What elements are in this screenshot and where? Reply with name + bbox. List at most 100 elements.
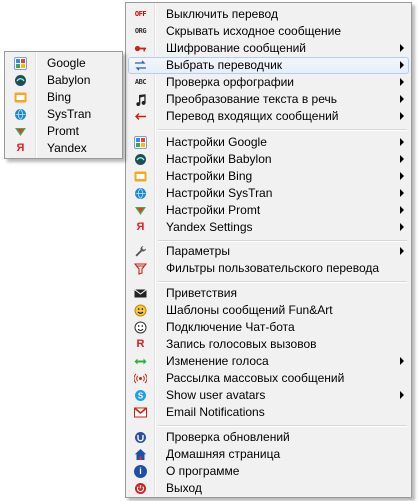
submenu-arrow-icon — [400, 78, 404, 86]
menu-item-exit[interactable]: Выход — [128, 480, 409, 497]
submenu-arrow-icon — [400, 44, 404, 52]
menu-item-mass-messaging[interactable]: Рассылка массовых сообщений — [128, 370, 409, 387]
filter-icon — [134, 262, 147, 275]
systran-icon — [134, 187, 147, 200]
menu-item-check-updates[interactable]: Проверка обновлений — [128, 429, 409, 446]
menu-item-label: Выбрать переводчик — [166, 58, 283, 72]
submenu-arrow-icon — [400, 112, 404, 120]
menu-separator — [158, 129, 407, 131]
menu-item-email-notifications[interactable]: Email Notifications — [128, 404, 409, 421]
google-icon — [134, 136, 147, 149]
menu-item-label: Параметры — [166, 244, 230, 258]
menu-item-systran-settings[interactable]: Настройки SysTran — [128, 185, 409, 202]
submenu-arrow-icon — [400, 95, 404, 103]
bing-icon — [134, 170, 147, 183]
menu-item-label: Настройки SysTran — [166, 186, 273, 200]
menu-item-record-calls[interactable]: R Запись голосовых вызовов — [128, 336, 409, 353]
yandex-icon: Я — [16, 142, 25, 154]
submenu-item-yandex[interactable]: Я Yandex — [7, 140, 120, 157]
voice-change-icon — [134, 355, 147, 368]
menu-item-label: Yandex Settings — [166, 220, 253, 234]
menu-separator — [158, 281, 407, 283]
spellcheck-icon: ABC — [134, 78, 147, 86]
menu-item-promt-settings[interactable]: Настройки Promt — [128, 202, 409, 219]
menu-item-label: Настройки Google — [166, 135, 267, 149]
submenu-item-systran[interactable]: SysTran — [7, 106, 120, 123]
submenu-arrow-icon — [400, 206, 404, 214]
menu-item-label: Изменение голоса — [166, 354, 269, 368]
translator-context-menu: OFF Выключить перевод ORG Скрывать исход… — [125, 2, 412, 498]
babylon-icon — [134, 153, 147, 166]
submenu-item-promt[interactable]: Promt — [7, 123, 120, 140]
submenu-arrow-icon — [400, 247, 404, 255]
submenu-item-google[interactable]: Google — [7, 55, 120, 72]
systran-icon — [14, 108, 27, 121]
menu-item-hide-original[interactable]: ORG Скрывать исходное сообщение — [128, 23, 409, 40]
menu-item-spellcheck[interactable]: ABC Проверка орфографии — [128, 74, 409, 91]
menu-item-google-settings[interactable]: Настройки Google — [128, 134, 409, 151]
menu-item-encryption[interactable]: Шифрование сообщений — [128, 40, 409, 57]
incoming-arrow-icon — [134, 110, 147, 123]
yandex-icon: Я — [136, 221, 145, 233]
menu-separator — [158, 425, 407, 427]
menu-item-homepage[interactable]: Домашняя страница — [128, 446, 409, 463]
submenu-arrow-icon — [400, 391, 404, 399]
key-icon — [134, 42, 147, 55]
submenu-arrow-icon — [400, 138, 404, 146]
menu-item-about[interactable]: i О программе — [128, 463, 409, 480]
submenu-arrow-icon — [400, 223, 404, 231]
menu-item-label: Домашняя страница — [166, 447, 281, 461]
submenu-item-babylon[interactable]: Babylon — [7, 72, 120, 89]
translator-submenu: Google Babylon Bing SysTran Promt Я Yand… — [4, 51, 123, 159]
menu-item-show-avatars[interactable]: S Show user avatars — [128, 387, 409, 404]
menu-item-label: Скрывать исходное сообщение — [166, 24, 342, 38]
orig-icon: ORG — [134, 27, 147, 35]
submenu-item-label: Yandex — [47, 141, 87, 155]
menu-item-parameters[interactable]: Параметры — [128, 243, 409, 260]
menu-item-label: Приветствия — [166, 286, 237, 300]
swap-arrows-icon — [134, 59, 147, 72]
record-r-icon: R — [136, 338, 145, 350]
menu-item-label: Фильтры пользовательского перевода — [166, 261, 380, 275]
menu-separator — [158, 240, 407, 242]
menu-item-bing-settings[interactable]: Настройки Bing — [128, 168, 409, 185]
bing-icon — [14, 91, 27, 104]
menu-item-greetings[interactable]: Приветствия — [128, 285, 409, 302]
submenu-item-label: Babylon — [47, 73, 91, 87]
menu-item-label: Шаблоны сообщений Fun&Art — [166, 303, 333, 317]
menu-item-custom-filters[interactable]: Фильтры пользовательского перевода — [128, 260, 409, 277]
submenu-item-label: Promt — [47, 124, 80, 138]
music-note-icon — [134, 93, 147, 106]
menu-item-label: Email Notifications — [166, 405, 265, 419]
menu-item-label: Show user avatars — [166, 388, 266, 402]
off-icon: OFF — [134, 10, 147, 18]
power-icon — [134, 482, 147, 495]
menu-item-label: Настройки Babylon — [166, 152, 272, 166]
menu-item-disable-translation[interactable]: OFF Выключить перевод — [128, 6, 409, 23]
menu-item-chatbot[interactable]: Подключение Чат-бота — [128, 319, 409, 336]
submenu-item-label: Bing — [47, 90, 72, 104]
broadcast-icon — [134, 372, 147, 385]
menu-item-text-to-speech[interactable]: Преобразование текста в речь — [128, 91, 409, 108]
submenu-arrow-icon — [400, 155, 404, 163]
update-icon — [134, 431, 147, 444]
menu-item-label: О программе — [166, 464, 240, 478]
submenu-arrow-icon — [400, 357, 404, 365]
submenu-arrow-icon — [400, 61, 404, 69]
menu-item-incoming-translation[interactable]: Перевод входящих сообщений — [128, 108, 409, 125]
info-icon: i — [134, 465, 147, 478]
submenu-item-label: Google — [47, 56, 86, 70]
wrench-icon — [134, 245, 147, 258]
promt-icon — [14, 125, 27, 138]
menu-item-babylon-settings[interactable]: Настройки Babylon — [128, 151, 409, 168]
submenu-item-bing[interactable]: Bing — [7, 89, 120, 106]
menu-item-label: Проверка обновлений — [166, 430, 290, 444]
submenu-arrow-icon — [400, 172, 404, 180]
envelope-icon — [134, 287, 147, 300]
menu-item-fun-art-templates[interactable]: Шаблоны сообщений Fun&Art — [128, 302, 409, 319]
menu-item-voice-change[interactable]: Изменение голоса — [128, 353, 409, 370]
menu-item-label: Преобразование текста в речь — [166, 92, 337, 106]
menu-item-yandex-settings[interactable]: Я Yandex Settings — [128, 219, 409, 236]
menu-item-select-translator[interactable]: Выбрать переводчик — [128, 57, 409, 74]
google-icon — [14, 57, 27, 70]
